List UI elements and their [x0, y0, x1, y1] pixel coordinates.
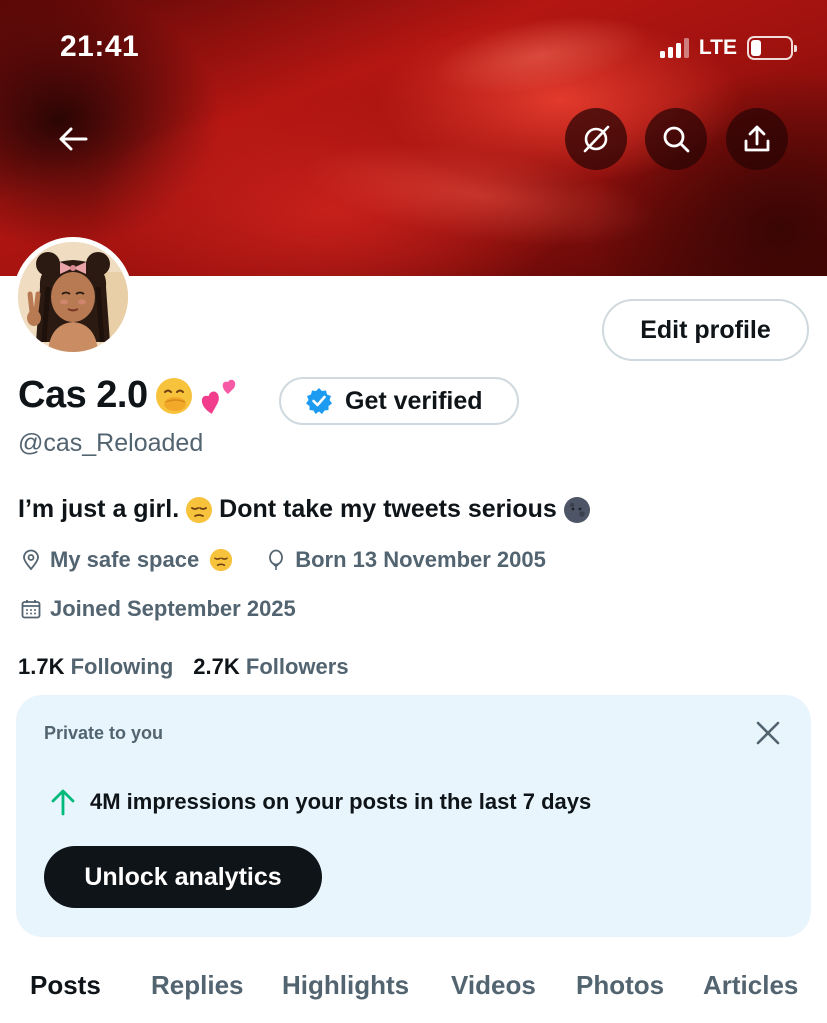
followers-count: 2.7K [193, 654, 240, 679]
edit-profile-button[interactable]: Edit profile [602, 299, 809, 361]
grok-button[interactable] [565, 108, 627, 170]
tab-videos[interactable]: Videos [451, 970, 536, 1001]
status-time: 21:41 [60, 30, 140, 63]
search-icon [663, 126, 690, 153]
analytics-card-label: Private to you [44, 723, 164, 743]
battery-icon [747, 36, 797, 60]
get-verified-button[interactable]: Get verified [279, 377, 519, 425]
username-handle: @cas_Reloaded [18, 429, 204, 457]
close-icon[interactable] [755, 720, 781, 746]
following-count: 1.7K [18, 654, 65, 679]
impressions-text: 4M impressions on your posts in the last… [90, 789, 592, 814]
profile-meta-row: My safe space Born 13 November 2005 [20, 547, 546, 573]
bio-text-1: I’m just a girl. [18, 495, 180, 523]
follow-stats: 1.7K Following 2.7K Followers [18, 654, 349, 680]
share-button[interactable] [726, 108, 788, 170]
joined-text: Joined September 2025 [50, 596, 296, 621]
search-button[interactable] [645, 108, 707, 170]
name-row: Cas 2.0 [18, 374, 240, 417]
get-verified-label: Get verified [345, 386, 483, 415]
calendar-icon [21, 600, 41, 619]
impressions-stat: 4M impressions on your posts in the last… [50, 788, 591, 816]
relieved-face-icon [210, 548, 233, 572]
network-label: LTE [698, 36, 737, 59]
avatar[interactable] [13, 237, 133, 357]
profile-tabs: Posts Replies Highlights Videos Photos A… [0, 970, 827, 1010]
avatar-image [18, 242, 128, 352]
two-hearts-icon [201, 379, 235, 414]
tab-articles[interactable]: Articles [703, 970, 798, 1001]
tab-highlights[interactable]: Highlights [282, 970, 409, 1001]
birthday-text: Born 13 November 2005 [295, 547, 546, 572]
location-pin-icon [23, 549, 39, 571]
share-icon [744, 125, 770, 152]
relieved-face-icon [186, 496, 213, 523]
profile-banner[interactable]: 21:41 LTE [0, 0, 827, 276]
unlock-analytics-button[interactable]: Unlock analytics [44, 846, 322, 908]
following-link[interactable]: 1.7K Following [18, 654, 173, 680]
display-name: Cas 2.0 [18, 374, 148, 416]
grok-icon [583, 125, 610, 153]
bio: I’m just a girl. Dont take my tweets ser… [18, 495, 597, 524]
analytics-card: Private to you 4M impressions on your po… [16, 695, 811, 937]
status-indicators: LTE [659, 36, 797, 60]
tab-posts[interactable]: Posts [30, 970, 101, 1001]
arrow-up-icon [51, 789, 75, 816]
followers-label: Followers [245, 654, 349, 679]
bio-text-2: Dont take my tweets serious [219, 495, 557, 523]
back-arrow-icon [59, 127, 88, 151]
new-moon-face-icon [563, 496, 590, 523]
tab-replies[interactable]: Replies [151, 970, 244, 1001]
tab-photos[interactable]: Photos [576, 970, 664, 1001]
face-with-hand-over-mouth-icon [155, 377, 192, 414]
profile-meta-row: Joined September 2025 [20, 596, 296, 622]
verified-badge-icon [306, 388, 332, 414]
location-text: My safe space [50, 547, 200, 572]
back-button[interactable] [42, 108, 104, 170]
signal-icon [659, 38, 689, 58]
following-label: Following [70, 654, 174, 679]
balloon-icon [269, 549, 284, 570]
followers-link[interactable]: 2.7K Followers [193, 654, 348, 680]
